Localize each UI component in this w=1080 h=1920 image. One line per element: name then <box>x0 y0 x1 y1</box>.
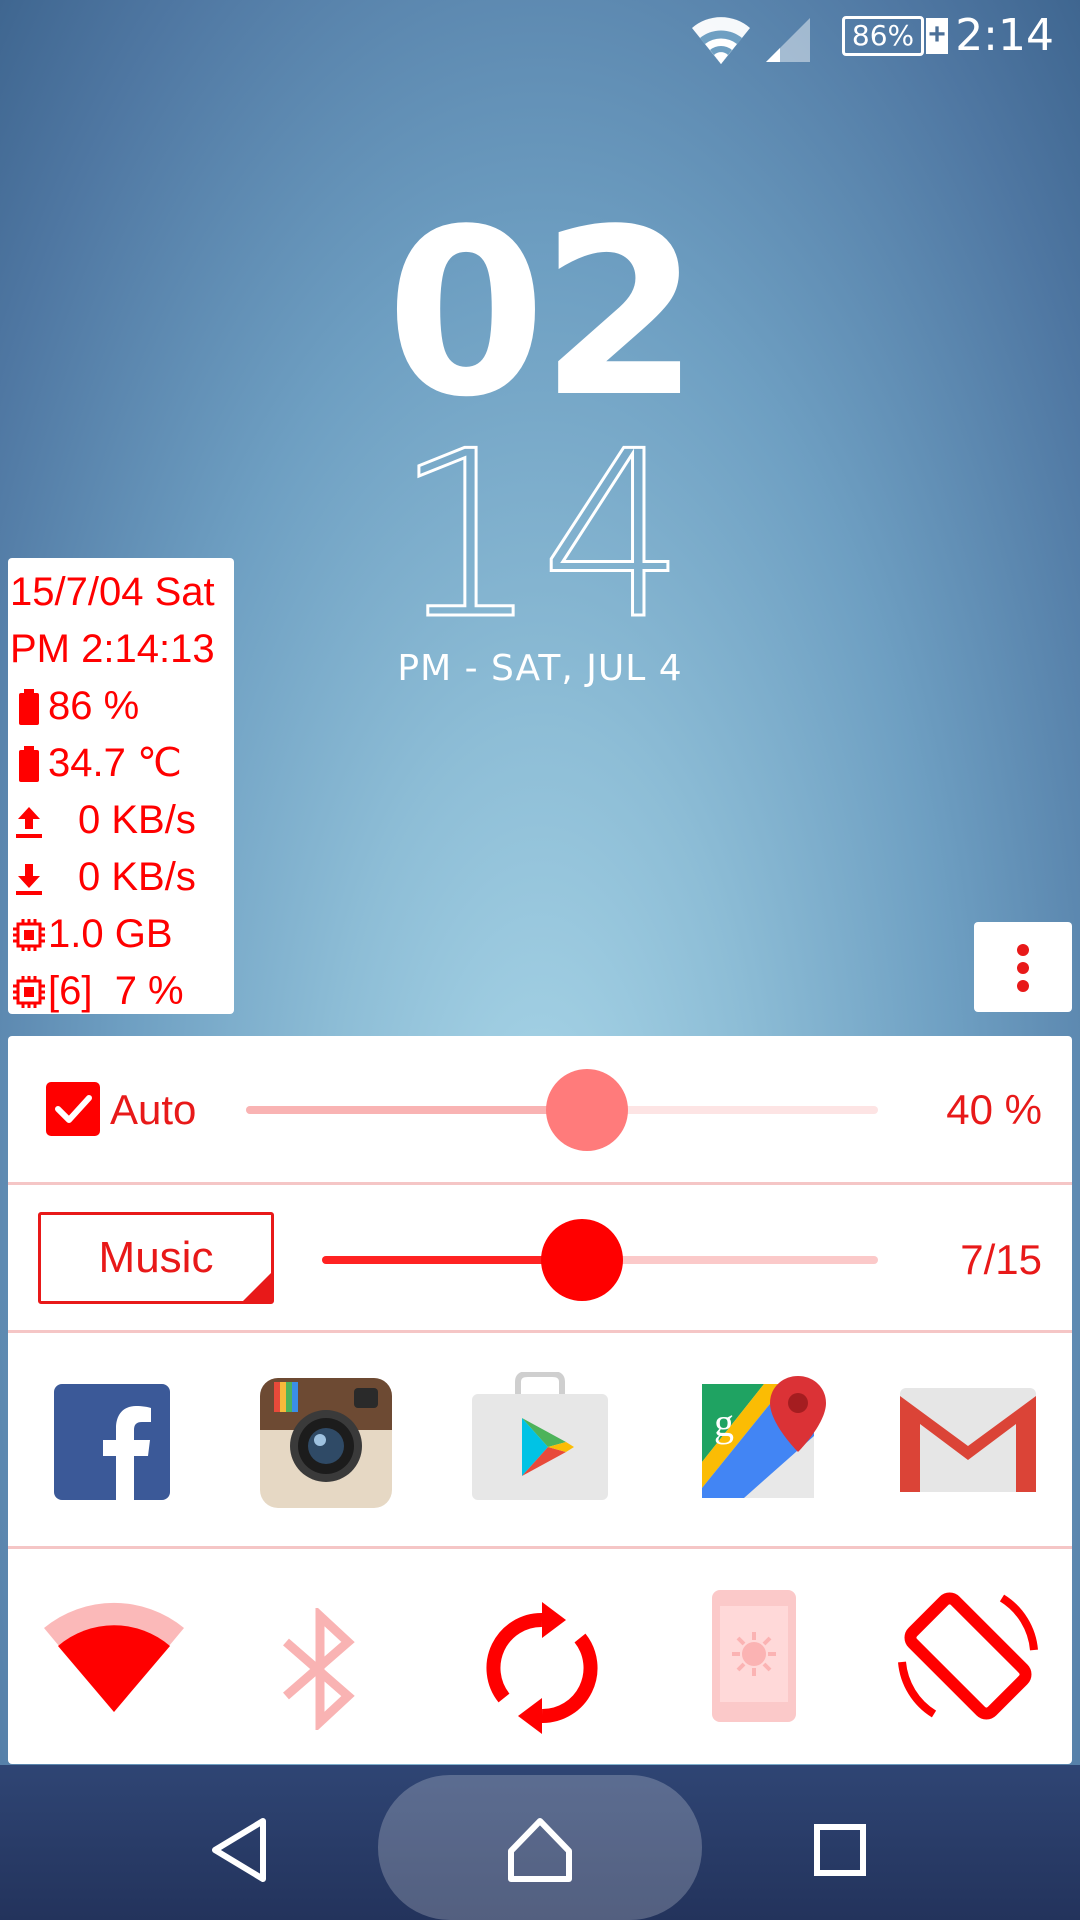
battery-plus: + <box>926 18 948 54</box>
info-time: PM 2:14:13 <box>10 627 215 671</box>
signal-icon <box>766 18 810 62</box>
maps-icon[interactable]: g <box>694 1376 826 1508</box>
check-icon <box>55 1095 92 1123</box>
info-upload-speed: 0 KB/s <box>78 798 196 842</box>
status-time: 2:14 <box>955 10 1054 61</box>
battery-percent: 86% <box>842 16 924 56</box>
wifi-icon <box>692 17 750 64</box>
info-cpu: [6] 7 % <box>48 969 184 1013</box>
chip-icon <box>13 918 45 951</box>
info-date-row: 15/7/04 Sat <box>10 564 234 621</box>
download-icon <box>16 863 42 895</box>
info-download-row: 0 KB/s <box>10 849 234 906</box>
info-temp-row: 34.7 ℃ <box>10 735 234 792</box>
bluetooth-icon[interactable] <box>278 1608 362 1730</box>
info-date: 15/7/04 Sat <box>10 570 215 614</box>
wifi-toggle-icon[interactable] <box>42 1602 186 1714</box>
divider <box>8 1330 1072 1333</box>
brightness-value: 40 % <box>946 1086 1042 1133</box>
divider <box>8 1182 1072 1185</box>
rotate-icon[interactable] <box>892 1580 1044 1732</box>
upload-icon <box>16 806 42 838</box>
auto-brightness-checkbox[interactable] <box>46 1082 100 1136</box>
system-info-widget[interactable]: 15/7/04 Sat PM 2:14:13 86 % 34.7 ℃ 0 KB/… <box>8 558 234 1014</box>
recents-icon[interactable] <box>805 1815 875 1885</box>
volume-stream-button[interactable]: Music <box>38 1212 274 1304</box>
navigation-bar <box>0 1765 1080 1920</box>
battery-charging-icon: 86% + <box>838 14 950 62</box>
sync-icon[interactable] <box>486 1602 598 1734</box>
battery-icon <box>19 688 39 725</box>
home-icon[interactable] <box>505 1815 575 1885</box>
info-battery-level: 86 % <box>48 684 140 728</box>
thermometer-battery-icon <box>19 745 39 782</box>
brightness-slider-thumb[interactable] <box>546 1069 629 1151</box>
info-battery-row: 86 % <box>10 678 234 735</box>
info-memory-row: 1.0 GB <box>10 906 234 963</box>
clock-hour: 02 <box>385 181 700 448</box>
overflow-menu-button[interactable] <box>974 922 1072 1012</box>
quick-settings-panel: Auto 40 % Music 7/15 g <box>8 1036 1072 1764</box>
screen-brightness-icon[interactable] <box>710 1588 798 1724</box>
facebook-icon[interactable] <box>54 1384 170 1500</box>
info-memory: 1.0 GB <box>48 912 173 956</box>
instagram-icon[interactable] <box>260 1378 392 1508</box>
divider <box>8 1546 1072 1549</box>
svg-text:g: g <box>714 1400 734 1445</box>
back-icon[interactable] <box>205 1815 275 1885</box>
dropdown-corner-icon <box>243 1273 271 1301</box>
info-download-speed: 0 KB/s <box>78 855 196 899</box>
play-store-icon[interactable] <box>470 1372 610 1502</box>
info-battery-temp: 34.7 ℃ <box>48 741 182 785</box>
brightness-slider-fill <box>246 1106 588 1114</box>
info-cpu-row: [6] 7 % <box>10 963 234 1020</box>
gmail-icon[interactable] <box>898 1386 1038 1496</box>
info-time-row: PM 2:14:13 <box>10 621 234 678</box>
status-bar: 86% + 2:14 <box>0 0 1080 78</box>
cpu-icon <box>13 975 45 1008</box>
info-upload-row: 0 KB/s <box>10 792 234 849</box>
volume-slider-thumb[interactable] <box>540 1219 623 1301</box>
volume-value: 7/15 <box>960 1236 1042 1283</box>
volume-stream-label: Music <box>98 1233 214 1282</box>
auto-brightness-label: Auto <box>110 1086 197 1133</box>
